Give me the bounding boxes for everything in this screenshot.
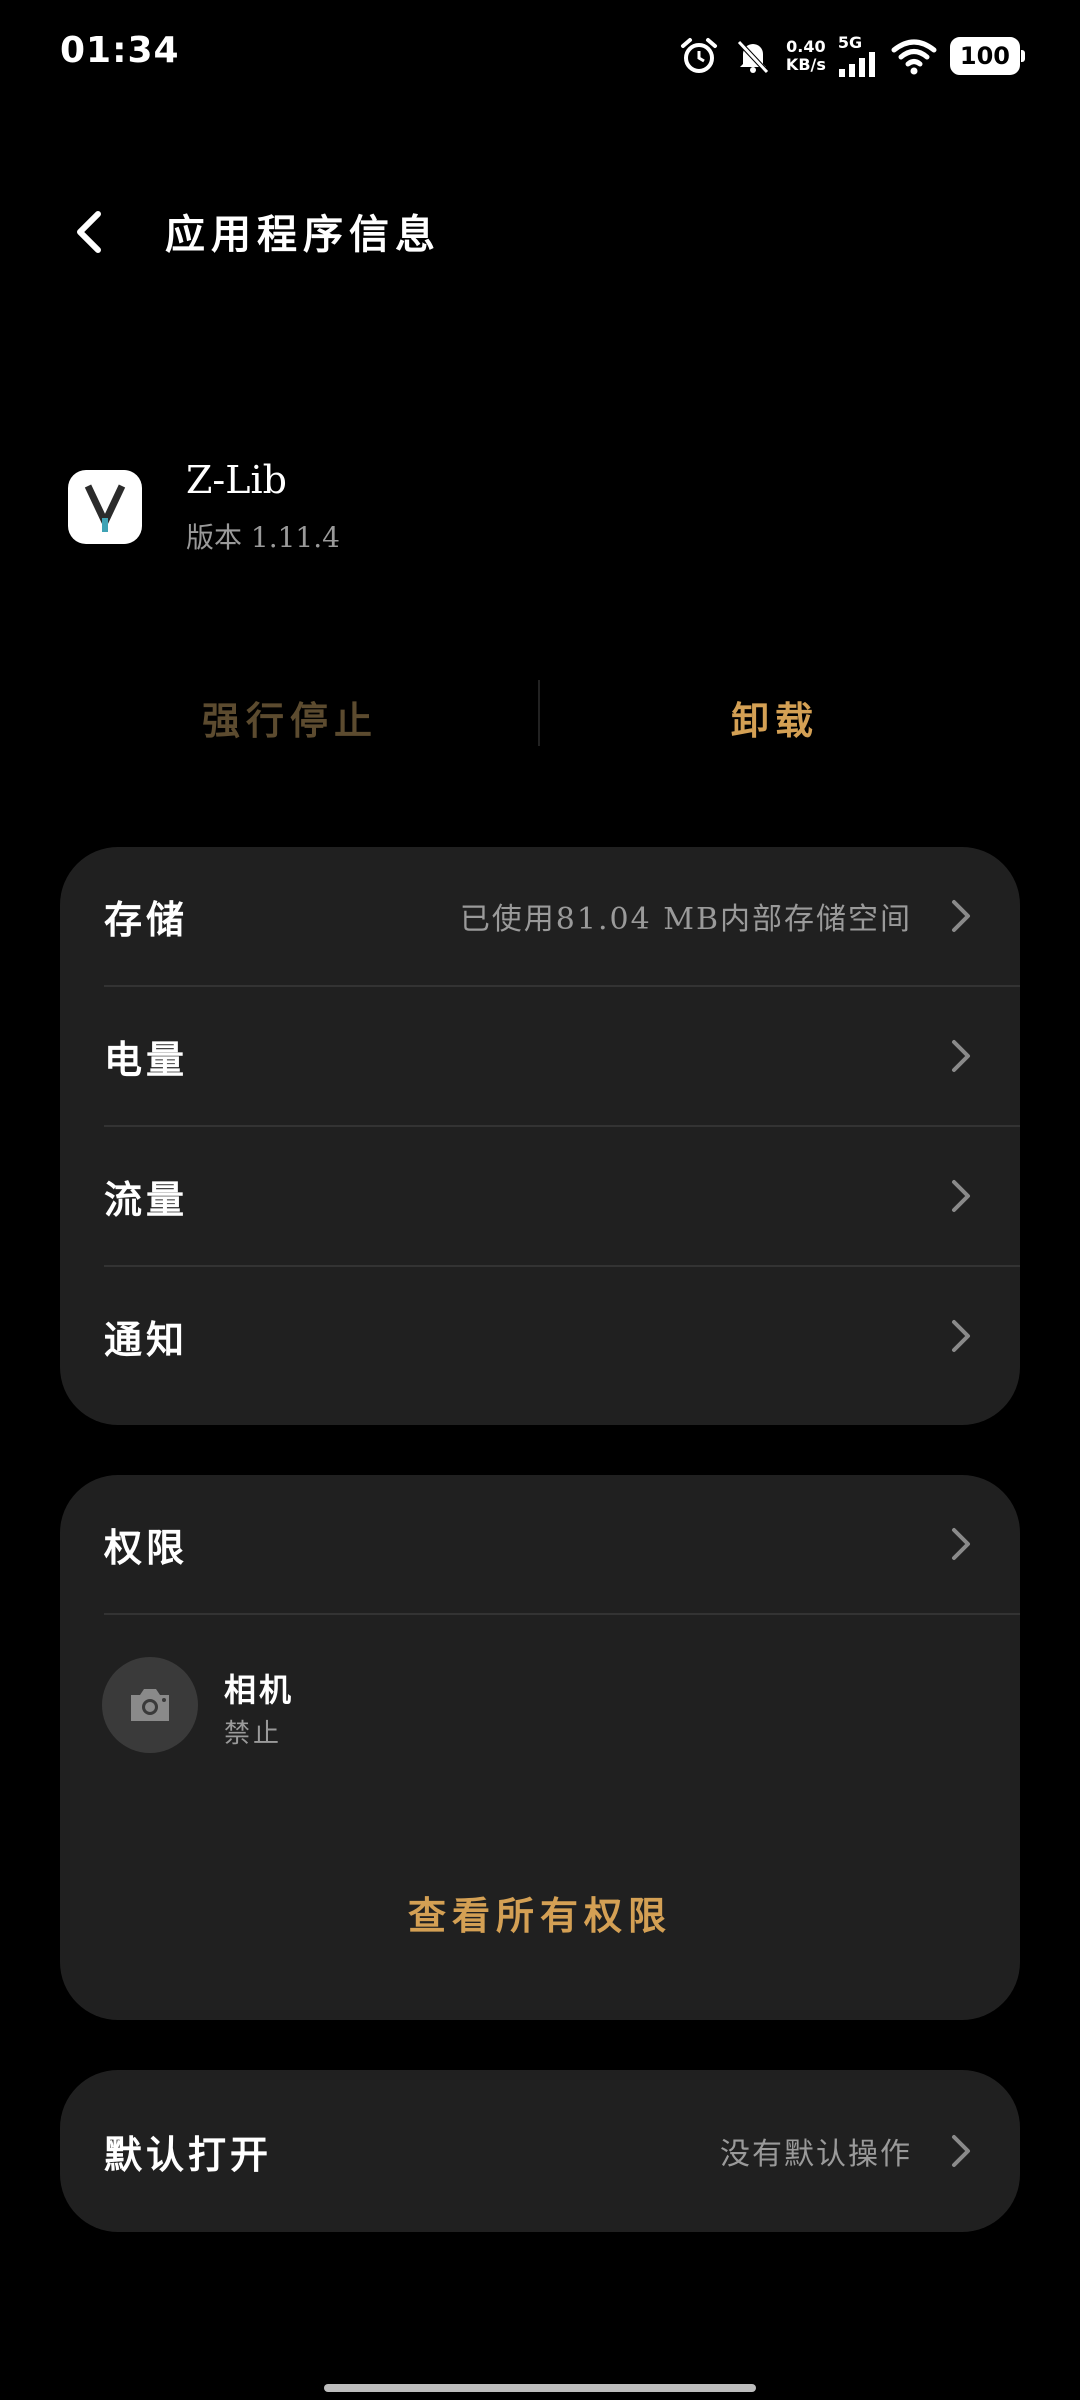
default-open-label: 默认打开: [104, 2131, 273, 2177]
permissions-label: 权限: [104, 1524, 189, 1570]
app-version: 版本 1.11.4: [186, 521, 340, 554]
alarm-icon: [678, 35, 720, 77]
mute-bell-icon: [732, 35, 774, 77]
camera-permission-name: 相机: [224, 1671, 295, 1709]
storage-row[interactable]: 存储 已使用81.04 MB内部存储空间: [60, 847, 1020, 985]
app-name: Z-Lib: [186, 458, 287, 502]
camera-permission-status: 禁止: [224, 1719, 283, 1749]
data-usage-label: 流量: [104, 1176, 189, 1222]
back-button[interactable]: [60, 202, 120, 262]
uninstall-button[interactable]: 卸载: [540, 672, 1010, 762]
chevron-right-icon: [952, 1320, 970, 1352]
chevron-right-icon: [952, 1040, 970, 1072]
wifi-icon: [890, 35, 938, 77]
action-bar: 强行停止 卸载: [0, 672, 1080, 762]
camera-icon-circle: [102, 1657, 198, 1753]
view-all-permissions-button[interactable]: 查看所有权限: [60, 1885, 1020, 1940]
status-icons: 0.40 KB/s 5G 100: [678, 32, 1026, 80]
default-open-card: 默认打开 没有默认操作: [60, 2070, 1020, 2232]
notifications-row[interactable]: 通知: [60, 1267, 1020, 1405]
force-stop-button[interactable]: 强行停止: [0, 672, 540, 762]
home-indicator[interactable]: [324, 2384, 756, 2392]
net-speed-unit: KB/s: [785, 55, 826, 74]
status-bar: 01:34 0.40 KB/s 5G 100: [0, 0, 1080, 110]
notifications-label: 通知: [104, 1316, 189, 1362]
storage-value: 已使用81.04 MB内部存储空间: [459, 902, 912, 937]
permissions-card: 权限 相机 禁止 查看所有权限: [60, 1475, 1020, 2020]
signal-icon: [838, 52, 875, 77]
chevron-right-icon: [952, 2135, 970, 2167]
battery-icon: 100: [949, 37, 1026, 75]
default-open-row[interactable]: 默认打开 没有默认操作: [60, 2070, 1020, 2232]
signal-group: 5G: [838, 35, 878, 77]
net-speed-value: 0.40: [786, 37, 826, 56]
chevron-right-icon: [952, 1180, 970, 1212]
default-open-value: 没有默认操作: [720, 2137, 912, 2172]
chevron-right-icon: [952, 1528, 970, 1560]
app-icon: [68, 470, 142, 544]
camera-permission-item[interactable]: 相机 禁止: [60, 1615, 1020, 1785]
net-speed: 0.40 KB/s: [786, 38, 826, 74]
permissions-row[interactable]: 权限: [60, 1475, 1020, 1613]
camera-icon: [131, 1689, 169, 1721]
page-title: 应用程序信息: [165, 211, 441, 258]
usage-card: 存储 已使用81.04 MB内部存储空间 电量 流量 通知: [60, 847, 1020, 1425]
chevron-right-icon: [952, 900, 970, 932]
data-usage-row[interactable]: 流量: [60, 1127, 1020, 1265]
status-time: 01:34: [60, 30, 180, 71]
app-bar: 应用程序信息: [0, 180, 1080, 290]
battery-label: 电量: [104, 1036, 189, 1082]
network-type: 5G: [837, 33, 863, 52]
back-arrow-icon: [77, 211, 101, 253]
storage-label: 存储: [104, 896, 189, 942]
battery-row[interactable]: 电量: [60, 987, 1020, 1125]
